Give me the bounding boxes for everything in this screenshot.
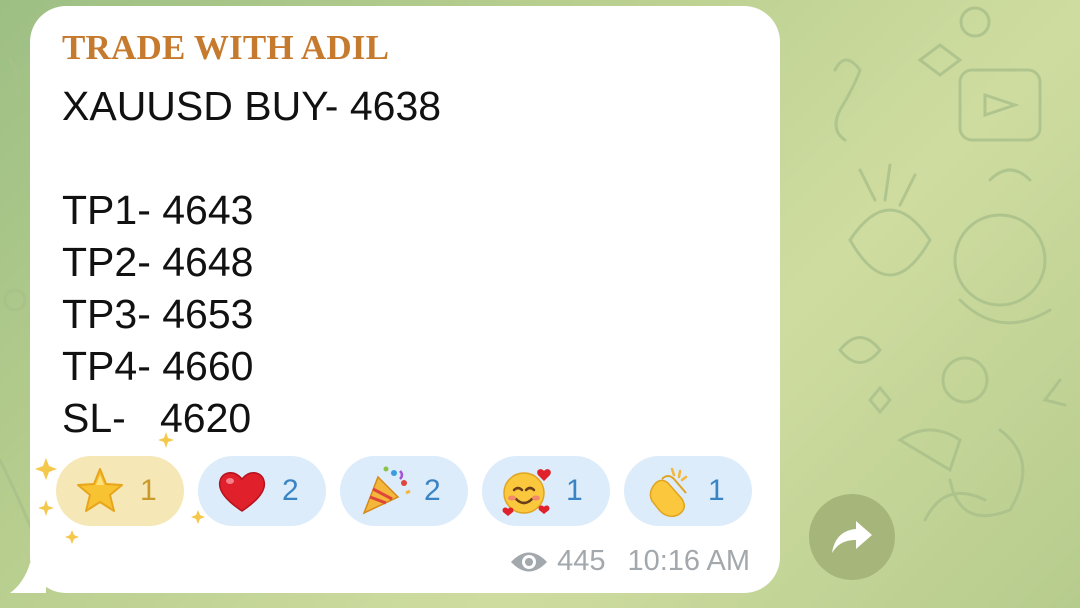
message-line: TP3- 4653 <box>62 291 254 337</box>
reaction-heart[interactable]: 2 <box>198 456 326 526</box>
star-icon <box>77 468 123 512</box>
views-eye-icon <box>511 552 548 571</box>
reaction-count: 2 <box>424 474 441 507</box>
reactions-bar: 1 2 2 1 1 <box>56 456 752 526</box>
reaction-clapping-hands[interactable]: 1 <box>624 456 752 526</box>
share-arrow-icon <box>832 521 872 553</box>
message-line: XAUUSD BUY- 4638 <box>62 83 442 129</box>
clapping-hands-icon <box>649 467 688 518</box>
message-time: 10:16 AM <box>627 545 750 577</box>
reaction-count: 2 <box>282 474 299 507</box>
views-count: 445 <box>557 545 606 577</box>
red-heart-icon <box>218 472 266 512</box>
smiling-face-with-hearts-icon <box>502 469 551 516</box>
reaction-party-popper[interactable]: 2 <box>340 456 468 526</box>
message-line: TP1- 4643 <box>62 187 254 233</box>
sender-name[interactable]: TRADE WITH ADIL <box>62 28 389 68</box>
message-text: XAUUSD BUY- 4638 TP1- 4643 TP2- 4648 TP3… <box>62 80 441 444</box>
party-popper-icon <box>362 466 411 515</box>
forward-button[interactable] <box>809 494 895 580</box>
bubble-tail <box>10 553 46 593</box>
message-line: SL- 4620 <box>62 395 252 441</box>
message-line: TP4- 4660 <box>62 343 254 389</box>
reaction-star[interactable]: 1 <box>56 456 184 526</box>
message-meta: 445 10:16 AM <box>509 545 750 578</box>
reaction-count: 1 <box>140 474 157 507</box>
reaction-count: 1 <box>566 474 583 507</box>
message-line: TP2- 4648 <box>62 239 254 285</box>
reaction-count: 1 <box>708 474 725 507</box>
reaction-smiling-hearts[interactable]: 1 <box>482 456 610 526</box>
